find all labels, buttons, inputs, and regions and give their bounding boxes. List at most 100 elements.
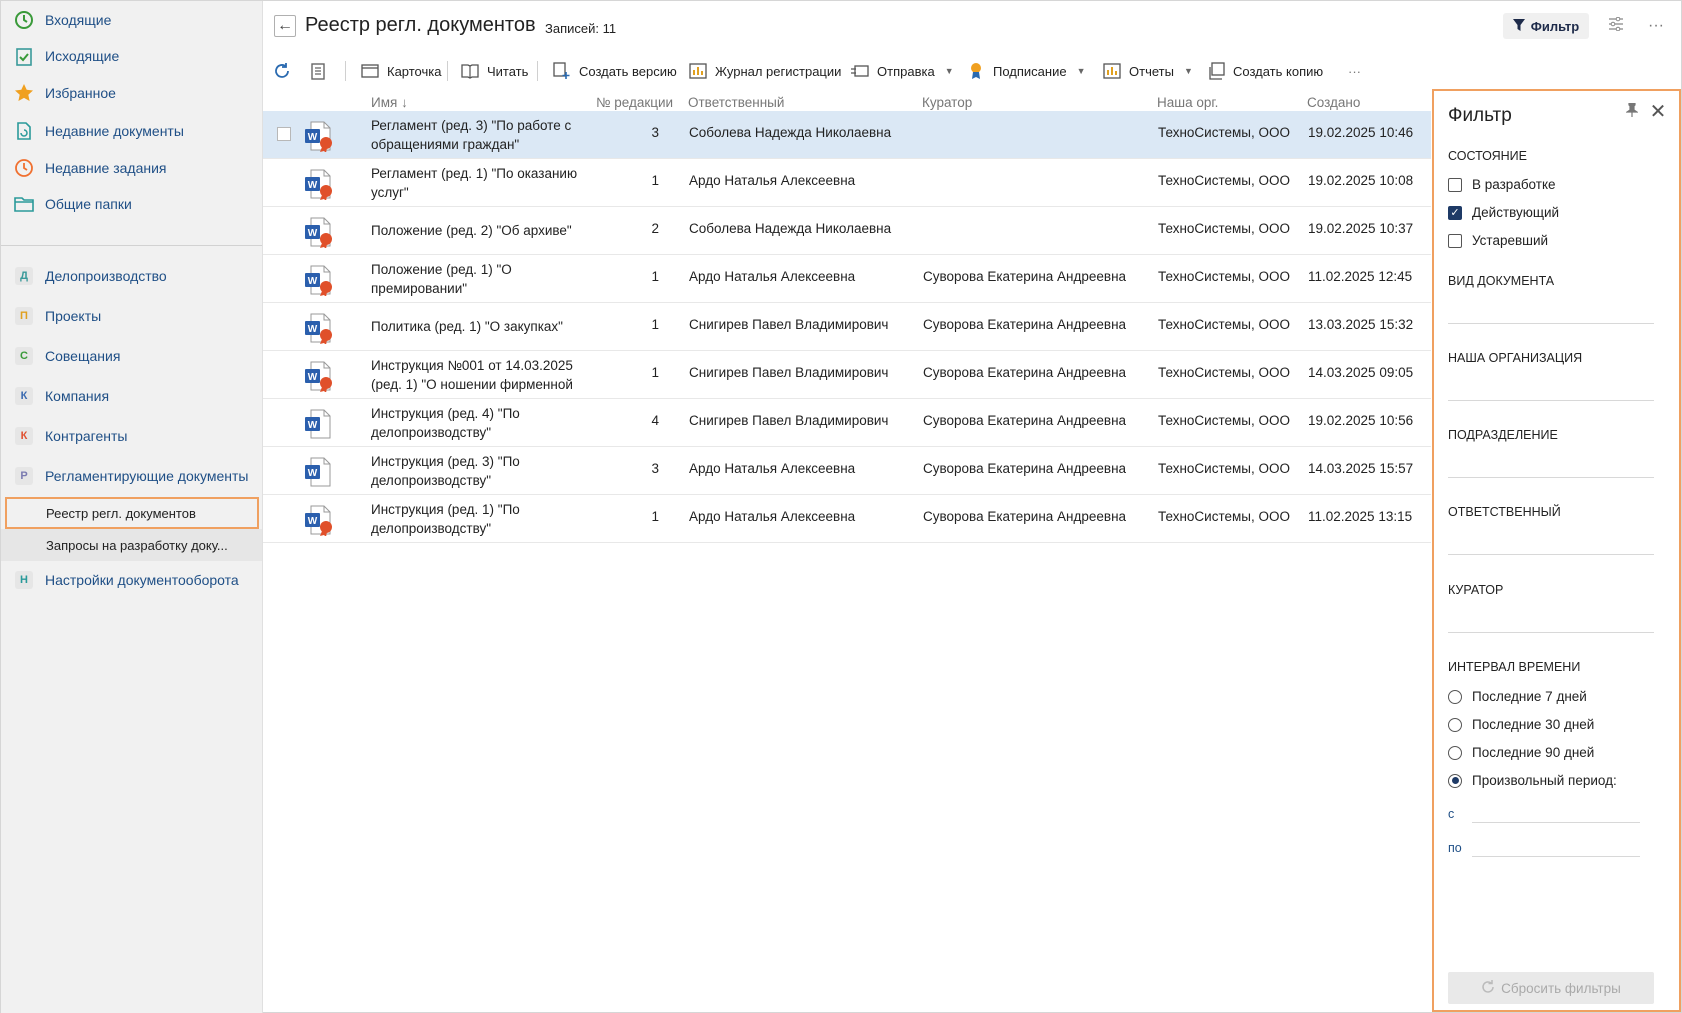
filter-button[interactable]: Фильтр [1503, 13, 1589, 39]
refresh-icon [1481, 979, 1495, 997]
column-header-org[interactable]: Наша орг. [1157, 95, 1218, 110]
pin-button[interactable] [1622, 101, 1642, 121]
sidebar-item-favorites[interactable]: Избранное [13, 79, 116, 107]
table-row[interactable]: W Инструкция №001 от 14.03.2025 (ред. 1) … [263, 351, 1431, 399]
send-dropdown[interactable]: Отправка ▼ [851, 60, 954, 82]
checkbox[interactable] [1448, 177, 1462, 192]
radio[interactable] [1448, 689, 1462, 704]
sidebar-module-regulatory-documents[interactable]: Р Регламентирующие документы [13, 462, 248, 490]
checkbox[interactable] [1448, 233, 1462, 248]
signing-dropdown[interactable]: Подписание ▼ [967, 60, 1086, 82]
date-to-field[interactable] [1472, 856, 1640, 857]
column-header-created[interactable]: Создано [1307, 95, 1360, 110]
column-header-responsible[interactable]: Ответственный [688, 95, 784, 110]
sidebar-module-projects[interactable]: П Проекты [13, 302, 101, 330]
settings-sliders-button[interactable] [1605, 15, 1627, 37]
radio-selected[interactable] [1448, 773, 1462, 788]
state-option-development[interactable]: В разработке [1448, 177, 1556, 192]
responsible-person: Снигирев Павел Владимирович [689, 413, 889, 428]
responsible-person: Снигирев Павел Владимирович [689, 365, 889, 380]
checkbox-checked[interactable]: ✓ [1448, 205, 1462, 220]
column-header-curator[interactable]: Куратор [922, 95, 972, 110]
department-field[interactable] [1448, 477, 1654, 478]
document-name[interactable]: Инструкция (ред. 3) "По делопроизводству… [371, 452, 581, 490]
document-name[interactable]: Положение (ред. 1) "О премировании" [371, 260, 581, 298]
create-copy-button[interactable]: Создать копию [1207, 60, 1323, 82]
sidebar-item-outbox[interactable]: Исходящие [13, 42, 119, 70]
sidebar-subitem-requests[interactable]: Запросы на разработку доку... [1, 529, 262, 561]
card-button[interactable]: Карточка [361, 60, 441, 82]
registration-journal-button[interactable]: Журнал регистрации [689, 60, 841, 82]
interval-option-custom[interactable]: Произвольный период: [1448, 773, 1617, 788]
table-row[interactable]: W Инструкция (ред. 3) "По делопроизводств… [263, 447, 1431, 495]
document-name[interactable]: Политика (ред. 1) "О закупках" [371, 317, 581, 336]
chevron-down-icon: ▼ [1183, 66, 1193, 76]
module-letter-icon: П [15, 307, 33, 325]
sidebar-item-inbox[interactable]: Входящие [13, 6, 111, 34]
responsible-label: ОТВЕТСТВЕННЫЙ [1448, 505, 1561, 519]
sidebar-module-counterparties[interactable]: К Контрагенты [13, 422, 127, 450]
table-row[interactable]: W Положение (ред. 1) "О премировании" 1 Ард… [263, 255, 1431, 303]
create-version-button[interactable]: Создать версию [553, 60, 677, 82]
more-options-button[interactable]: ··· [1645, 15, 1667, 37]
signed-word-document-icon: W [303, 360, 335, 393]
sidebar-item-recent-documents[interactable]: Недавние документы [13, 117, 184, 145]
row-checkbox[interactable] [277, 127, 291, 141]
sidebar-module-meetings[interactable]: С Совещания [13, 342, 120, 370]
revision-number: 1 [651, 173, 659, 188]
reports-dropdown[interactable]: Отчеты ▼ [1103, 60, 1193, 82]
state-option-active[interactable]: ✓ Действующий [1448, 205, 1559, 220]
interval-option-30[interactable]: Последние 30 дней [1448, 717, 1594, 732]
document-name[interactable]: Регламент (ред. 1) "По оказанию услуг" [371, 164, 581, 202]
table-row[interactable]: W Инструкция (ред. 1) "По делопроизводств… [263, 495, 1431, 543]
sidebar-item-shared-folders[interactable]: Общие папки [13, 190, 132, 218]
responsible-field[interactable] [1448, 554, 1654, 555]
module-letter-icon: К [15, 427, 33, 445]
curator-field[interactable] [1448, 632, 1654, 633]
sidebar-item-recent-tasks[interactable]: Недавние задания [13, 154, 167, 182]
document-name[interactable]: Инструкция (ред. 1) "По делопроизводству… [371, 500, 581, 538]
toolbar-more-button[interactable]: ··· [1348, 60, 1361, 82]
svg-text:W: W [308, 324, 318, 335]
interval-option-90[interactable]: Последние 90 дней [1448, 745, 1594, 760]
table-row[interactable]: W Политика (ред. 1) "О закупках" 1 Снигирев… [263, 303, 1431, 351]
sidebar-module-workflow-settings[interactable]: Н Настройки документооборота [13, 566, 239, 594]
sidebar-item-label: Настройки документооборота [45, 572, 239, 588]
doc-type-field[interactable] [1448, 323, 1654, 324]
responsible-person: Соболева Надежда Николаевна [689, 125, 892, 140]
org-field[interactable] [1448, 400, 1654, 401]
date-from-field[interactable] [1472, 822, 1640, 823]
copy-link-button[interactable] [309, 60, 327, 82]
close-filter-button[interactable]: ✕ [1646, 99, 1670, 123]
created-date: 11.02.2025 13:15 [1308, 509, 1413, 524]
interval-option-7[interactable]: Последние 7 дней [1448, 689, 1587, 704]
registration-journal-label: Журнал регистрации [715, 63, 842, 79]
table-row[interactable]: W Регламент (ред. 1) "По оказанию услуг" 1… [263, 159, 1431, 207]
column-header-revision[interactable]: № редакции [596, 95, 673, 110]
document-name[interactable]: Инструкция (ред. 4) "По делопроизводству… [371, 404, 581, 442]
signed-word-document-icon: W [303, 168, 335, 201]
created-date: 19.02.2025 10:56 [1308, 413, 1414, 428]
more-horizontal-icon: ··· [1348, 63, 1361, 79]
radio[interactable] [1448, 717, 1462, 732]
radio[interactable] [1448, 745, 1462, 760]
state-option-obsolete[interactable]: Устаревший [1448, 233, 1548, 248]
revision-number: 4 [651, 413, 659, 428]
table-row[interactable]: W Регламент (ред. 3) "По работе с обращен… [263, 111, 1431, 159]
revision-number: 2 [651, 221, 659, 236]
sidebar-module-company[interactable]: К Компания [13, 382, 109, 410]
document-name[interactable]: Положение (ред. 2) "Об архиве" [371, 221, 581, 240]
table-row[interactable]: W Положение (ред. 2) "Об архиве" 2 Соболева… [263, 207, 1431, 255]
read-button[interactable]: Читать [461, 60, 528, 82]
document-name[interactable]: Инструкция №001 от 14.03.2025 (ред. 1) "… [371, 356, 581, 394]
refresh-button[interactable] [273, 60, 291, 82]
back-button[interactable]: ← [274, 15, 296, 37]
document-name[interactable]: Регламент (ред. 3) "По работе с обращени… [371, 116, 581, 154]
reset-filters-button[interactable]: Сбросить фильтры [1448, 972, 1654, 1004]
table-row[interactable]: W Инструкция (ред. 4) "По делопроизводств… [263, 399, 1431, 447]
sidebar-module-records[interactable]: Д Делопроизводство [13, 262, 167, 290]
organization: ТехноСистемы, ООО [1158, 461, 1290, 476]
sidebar-subitem-registry[interactable]: Реестр регл. документов [5, 497, 259, 529]
column-header-name[interactable]: Имя ↓ [371, 95, 408, 110]
sidebar-item-label: Делопроизводство [45, 268, 167, 284]
